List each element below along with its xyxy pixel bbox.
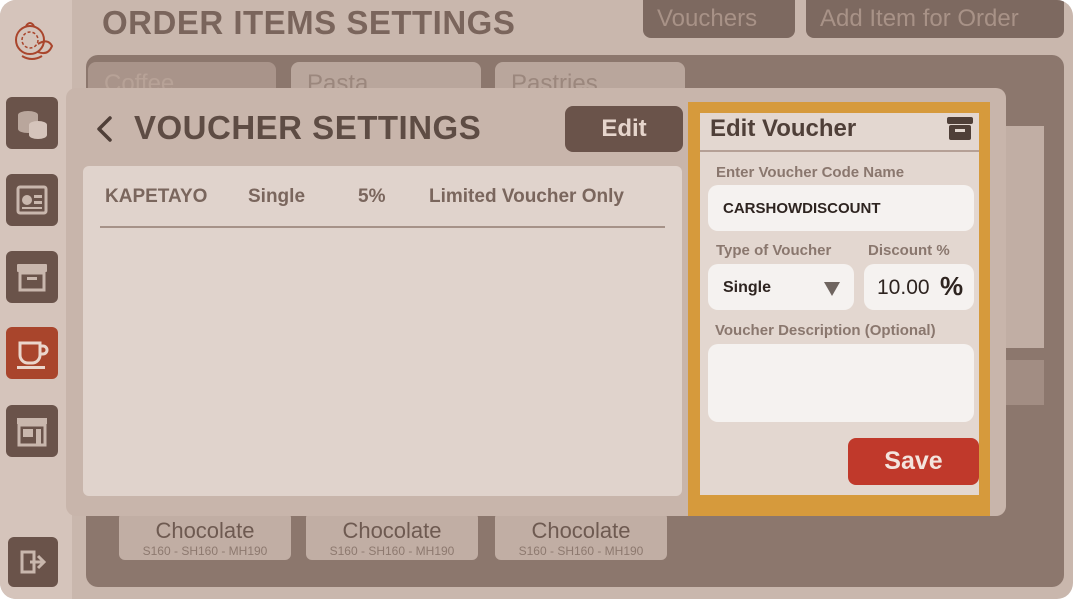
logo xyxy=(15,22,54,60)
voucher-row[interactable]: KAPETAYO Single 5% Limited Voucher Only xyxy=(100,184,665,228)
voucher-code: KAPETAYO xyxy=(105,186,208,207)
menu-item-card[interactable]: Chocolate S160 - SH160 - MH190 xyxy=(495,512,667,560)
divider xyxy=(700,150,979,152)
invoice-icon xyxy=(16,185,48,215)
archive-icon xyxy=(17,264,47,292)
sidebar-item-sales[interactable] xyxy=(6,97,58,149)
add-item-button[interactable]: Add Item for Order xyxy=(806,0,1064,38)
modal-title: VOUCHER SETTINGS xyxy=(134,109,482,146)
voucher-type: Single xyxy=(248,186,306,207)
archive-icon[interactable] xyxy=(946,116,974,142)
discount-value: 10.00 xyxy=(877,276,930,299)
voucher-description: Limited Voucher Only xyxy=(429,186,624,207)
coffee-cup-icon xyxy=(17,341,49,369)
back-chevron-icon[interactable] xyxy=(90,114,120,144)
coins-icon xyxy=(18,111,47,139)
edit-voucher-title: Edit Voucher xyxy=(710,115,857,142)
app-screen: ORDER ITEMS SETTINGS Vouchers Add Item f… xyxy=(0,0,1073,599)
discount-label: Discount % xyxy=(868,242,950,259)
background-card xyxy=(1000,360,1044,405)
discount-unit: % xyxy=(940,271,964,301)
dropdown-caret-icon xyxy=(824,282,840,296)
type-label: Type of Voucher xyxy=(716,242,832,259)
vouchers-button[interactable]: Vouchers xyxy=(643,0,795,38)
voucher-description-input[interactable] xyxy=(708,344,974,422)
menu-item-card[interactable]: Chocolate S160 - SH160 - MH190 xyxy=(306,512,478,560)
menu-item-prices: S160 - SH160 - MH190 xyxy=(142,544,268,558)
menu-item-name: Chocolate xyxy=(531,518,631,543)
voucher-type-value: Single xyxy=(723,279,772,296)
sidebar-item-orders[interactable] xyxy=(6,327,58,379)
code-label: Enter Voucher Code Name xyxy=(716,164,905,181)
page-title: ORDER ITEMS SETTINGS xyxy=(102,4,516,41)
sidebar-item-inventory[interactable] xyxy=(6,251,58,303)
logout-icon xyxy=(20,550,47,574)
menu-item-name: Chocolate xyxy=(155,518,255,543)
voucher-discount: 5% xyxy=(358,186,386,207)
sidebar-item-reports[interactable] xyxy=(6,174,58,226)
menu-item-card[interactable]: Chocolate S160 - SH160 - MH190 xyxy=(119,512,291,560)
logout-button[interactable] xyxy=(8,537,58,587)
sidebar-item-store[interactable] xyxy=(6,405,58,457)
sidebar xyxy=(0,0,72,599)
save-button[interactable]: Save xyxy=(848,438,979,485)
menu-item-prices: S160 - SH160 - MH190 xyxy=(329,544,455,558)
menu-item-prices: S160 - SH160 - MH190 xyxy=(518,544,644,558)
store-icon xyxy=(17,418,47,447)
menu-item-name: Chocolate xyxy=(342,518,442,543)
voucher-code-value: CARSHOWDISCOUNT xyxy=(723,200,881,217)
description-label: Voucher Description (Optional) xyxy=(715,322,936,339)
edit-button[interactable]: Edit xyxy=(565,106,683,152)
background-card xyxy=(1000,126,1044,348)
